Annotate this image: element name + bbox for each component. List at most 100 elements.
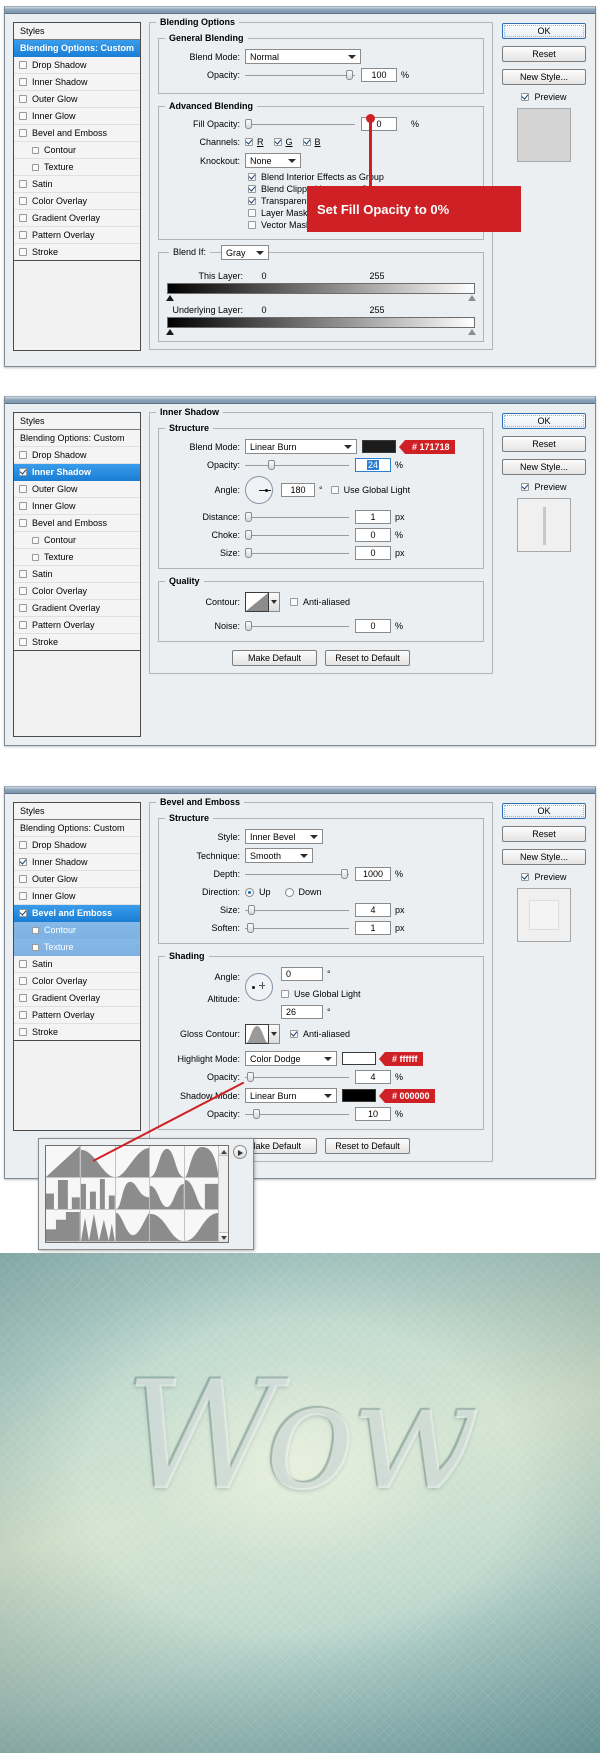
inner-shadow-checkbox[interactable] <box>19 78 27 86</box>
sidebar-item-color-overlay[interactable]: Color Overlay <box>14 583 140 600</box>
pattern-overlay-checkbox[interactable] <box>19 231 27 239</box>
dialog-titlebar[interactable] <box>5 7 595 14</box>
gradient-overlay-checkbox[interactable] <box>19 214 27 222</box>
opacity-slider[interactable] <box>245 69 355 81</box>
noise-input[interactable]: 0 <box>355 619 391 633</box>
color-overlay-checkbox[interactable] <box>19 197 27 205</box>
reset-button[interactable]: Reset <box>502 826 586 842</box>
direction-down-radio[interactable] <box>285 888 294 897</box>
underlying-white-stop[interactable] <box>468 329 476 335</box>
angle-input[interactable]: 180 <box>281 483 315 497</box>
sidebar-item-texture[interactable]: Texture <box>14 939 140 956</box>
shadow-color-swatch[interactable] <box>342 1089 376 1102</box>
new-style-button[interactable]: New Style... <box>502 849 586 865</box>
slider-knob[interactable] <box>268 460 275 470</box>
sidebar-item-inner-glow[interactable]: Inner Glow <box>14 888 140 905</box>
slider-knob[interactable] <box>346 70 353 80</box>
sidebar-item-blending-options[interactable]: Blending Options: Custom <box>14 40 140 57</box>
channel-b[interactable]: B <box>303 137 321 147</box>
sidebar-item-outer-glow[interactable]: Outer Glow <box>14 91 140 108</box>
knockout-select[interactable]: None <box>245 153 301 168</box>
altitude-input[interactable]: 26 <box>281 1005 323 1019</box>
blend-mode-select[interactable]: Normal <box>245 49 361 64</box>
contour-preset-sawtooth-1[interactable] <box>150 1178 185 1210</box>
sidebar-item-bevel-and-emboss[interactable]: Bevel and Emboss <box>14 905 140 922</box>
stroke-checkbox[interactable] <box>19 638 27 646</box>
contour-preset-ring-double[interactable] <box>81 1178 116 1210</box>
angle-dial-handle[interactable] <box>265 489 268 492</box>
reset-button[interactable]: Reset <box>502 46 586 62</box>
gradient-overlay-checkbox[interactable] <box>19 994 27 1002</box>
channel-r[interactable]: R <box>245 137 264 147</box>
reset-to-default-button[interactable]: Reset to Default <box>325 650 410 666</box>
sidebar-item-drop-shadow[interactable]: Drop Shadow <box>14 447 140 464</box>
slider-knob[interactable] <box>247 923 254 933</box>
contour-checkbox[interactable] <box>32 537 39 544</box>
opacity-input[interactable]: 100 <box>361 68 397 82</box>
outer-glow-checkbox[interactable] <box>19 875 27 883</box>
styles-list[interactable]: Styles Blending Options: Custom Drop Sha… <box>13 412 141 651</box>
distance-input[interactable]: 1 <box>355 510 391 524</box>
blend-clipped-layers-checkbox[interactable] <box>248 185 256 193</box>
size-slider[interactable] <box>245 547 349 559</box>
slider-knob[interactable] <box>245 512 252 522</box>
gradient-overlay-checkbox[interactable] <box>19 604 27 612</box>
this-layer-black-stop[interactable] <box>166 295 174 301</box>
option-blend-interior-effects[interactable]: Blend Interior Effects as Group <box>248 172 475 182</box>
sidebar-item-stroke[interactable]: Stroke <box>14 244 140 260</box>
texture-checkbox[interactable] <box>32 164 39 171</box>
styles-list[interactable]: Styles Blending Options: Custom Drop Sha… <box>13 22 141 261</box>
preview-checkbox[interactable] <box>521 483 529 491</box>
opacity-input[interactable]: 24 <box>355 458 391 472</box>
sidebar-item-drop-shadow[interactable]: Drop Shadow <box>14 837 140 854</box>
underlying-layer-gradient[interactable] <box>167 317 475 328</box>
direction-down-radio-group[interactable]: Down <box>285 887 322 897</box>
gradient-bar[interactable] <box>167 317 475 328</box>
channel-r-checkbox[interactable] <box>245 138 253 146</box>
shadow-mode-select[interactable]: Linear Burn <box>245 1088 337 1103</box>
dialog-titlebar[interactable] <box>5 787 595 794</box>
sidebar-item-texture[interactable]: Texture <box>14 549 140 566</box>
sidebar-item-outer-glow[interactable]: Outer Glow <box>14 481 140 498</box>
bevel-and-emboss-checkbox[interactable] <box>19 129 27 137</box>
size-slider[interactable] <box>245 904 349 916</box>
inner-glow-checkbox[interactable] <box>19 892 27 900</box>
slider-knob[interactable] <box>253 1109 260 1119</box>
satin-checkbox[interactable] <box>19 180 27 188</box>
use-global-light-checkbox[interactable] <box>331 486 339 494</box>
size-input[interactable]: 0 <box>355 546 391 560</box>
contour-preset-cone-inverted[interactable] <box>116 1146 151 1178</box>
sidebar-item-pattern-overlay[interactable]: Pattern Overlay <box>14 617 140 634</box>
ok-button[interactable]: OK <box>502 413 586 429</box>
preview-toggle[interactable]: Preview <box>499 872 589 882</box>
use-global-light-toggle[interactable]: Use Global Light <box>331 485 411 495</box>
sidebar-item-drop-shadow[interactable]: Drop Shadow <box>14 57 140 74</box>
sidebar-item-contour[interactable]: Contour <box>14 532 140 549</box>
channel-g-checkbox[interactable] <box>274 138 282 146</box>
sidebar-item-blending-options[interactable]: Blending Options: Custom <box>14 820 140 837</box>
fill-opacity-slider[interactable] <box>245 118 355 130</box>
contour-preset-picker[interactable] <box>38 1138 254 1250</box>
scroll-down-arrow-icon[interactable] <box>219 1232 228 1242</box>
contour-preset-gaussian[interactable] <box>150 1146 185 1178</box>
sidebar-item-gradient-overlay[interactable]: Gradient Overlay <box>14 990 140 1007</box>
sidebar-item-satin[interactable]: Satin <box>14 176 140 193</box>
contour-preset-half-round[interactable] <box>185 1146 220 1178</box>
drop-shadow-checkbox[interactable] <box>19 451 27 459</box>
drop-shadow-checkbox[interactable] <box>19 61 27 69</box>
sidebar-item-color-overlay[interactable]: Color Overlay <box>14 193 140 210</box>
use-global-light-checkbox[interactable] <box>281 990 289 998</box>
sidebar-item-color-overlay[interactable]: Color Overlay <box>14 973 140 990</box>
angle-input[interactable]: 0 <box>281 967 323 981</box>
anti-aliased-toggle[interactable]: Anti-aliased <box>290 597 350 607</box>
sidebar-item-inner-glow[interactable]: Inner Glow <box>14 498 140 515</box>
slider-knob[interactable] <box>245 530 252 540</box>
technique-select[interactable]: Smooth <box>245 848 313 863</box>
sidebar-item-satin[interactable]: Satin <box>14 956 140 973</box>
sidebar-item-blending-options[interactable]: Blending Options: Custom <box>14 430 140 447</box>
contour-preset-steps[interactable] <box>46 1210 81 1242</box>
ok-button[interactable]: OK <box>502 803 586 819</box>
angle-dial[interactable] <box>245 476 273 504</box>
sidebar-item-stroke[interactable]: Stroke <box>14 1024 140 1040</box>
shadow-opacity-slider[interactable] <box>245 1108 349 1120</box>
